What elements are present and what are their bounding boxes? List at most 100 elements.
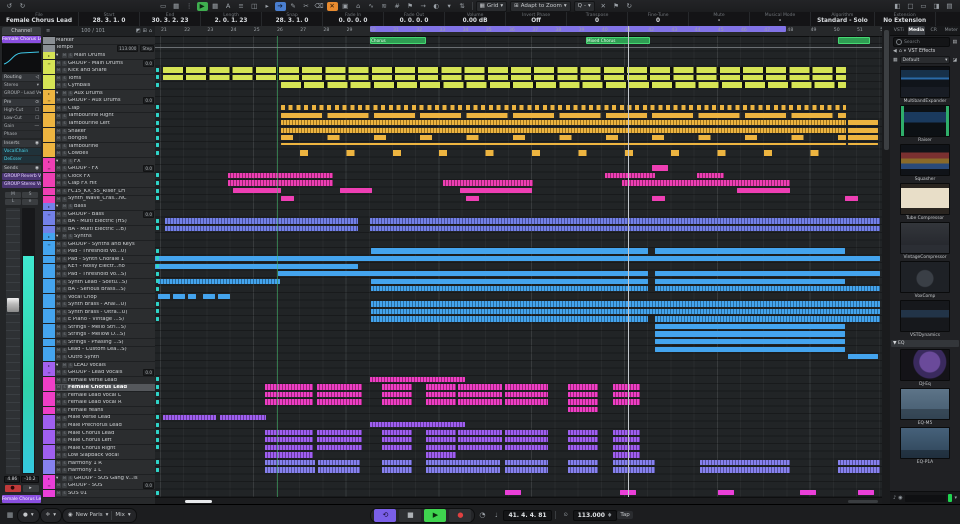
solo-button[interactable]: S [62, 446, 67, 451]
solo-button[interactable]: S [22, 192, 38, 198]
audio-event[interactable] [848, 354, 878, 359]
tool-icon[interactable]: ✂ [301, 2, 312, 11]
mute-button[interactable]: M [56, 98, 61, 103]
record-button[interactable]: ● [449, 509, 471, 522]
solo-button[interactable]: S [62, 408, 67, 413]
audio-event[interactable] [370, 422, 465, 427]
phase-button[interactable]: Phase [2, 131, 41, 138]
rack-tab-cr[interactable]: CR [925, 26, 943, 35]
audio-event[interactable] [700, 467, 790, 472]
tool-icon[interactable]: ▦ [210, 2, 221, 11]
audio-event[interactable] [458, 437, 502, 442]
mute-button[interactable]: M [56, 287, 61, 292]
mute-button[interactable]: M [56, 355, 61, 360]
tool-icon[interactable]: ⚑ [405, 2, 416, 11]
plugin-item[interactable]: VoxComp [900, 261, 950, 299]
solo-button[interactable]: S [62, 287, 67, 292]
audio-event[interactable] [426, 467, 500, 472]
quantize-dropdown[interactable]: Q-▾ [574, 1, 595, 12]
solo-button[interactable]: S [62, 265, 67, 270]
audio-event[interactable] [265, 460, 315, 465]
solo-button[interactable]: S [62, 393, 67, 398]
audio-event[interactable] [163, 67, 846, 72]
audio-event[interactable] [317, 437, 362, 442]
audio-event[interactable] [426, 392, 456, 397]
solo-button[interactable]: S [62, 431, 67, 436]
list-view-icon[interactable]: ▤ [952, 40, 957, 45]
audio-event[interactable] [613, 430, 640, 435]
audio-event[interactable] [382, 430, 412, 435]
monitor-button[interactable]: ▸ [23, 485, 39, 492]
plugin-thumbnail[interactable] [900, 183, 950, 215]
plugin-thumbnail[interactable] [900, 388, 950, 420]
audio-event[interactable] [613, 445, 640, 450]
audio-event[interactable] [613, 392, 640, 397]
tool-icon[interactable]: ∿ [366, 2, 377, 11]
input-routing-select[interactable]: Stereo▾ [2, 82, 41, 89]
audio-event[interactable] [443, 180, 533, 185]
info-field[interactable]: Snap28. 3. 1. 0 [262, 12, 323, 26]
audio-event[interactable] [426, 452, 456, 457]
low-cut-row[interactable]: Low-Cut☐ [2, 115, 41, 122]
audio-event[interactable] [281, 82, 846, 87]
solo-button[interactable]: S [62, 317, 67, 322]
plugin-item[interactable]: EQ-P1A [900, 427, 950, 465]
workspace-grid-icon[interactable]: ▦ [4, 509, 16, 521]
audio-event[interactable] [655, 316, 880, 321]
audio-event[interactable] [613, 460, 655, 465]
mute-button[interactable]: M [56, 76, 61, 81]
mute-button[interactable]: M [56, 400, 61, 405]
info-field[interactable]: Fade In0. 0. 0. 0 [323, 12, 384, 26]
audio-event[interactable] [382, 384, 412, 389]
mute-button[interactable]: M [62, 204, 67, 209]
audio-event[interactable] [505, 460, 548, 465]
audio-event[interactable] [568, 467, 598, 472]
audio-event[interactable] [655, 286, 880, 291]
info-field[interactable]: ExtensionNo Extension [875, 12, 936, 26]
tempo-mode[interactable]: Step [140, 45, 154, 52]
mute-button[interactable]: M [56, 393, 61, 398]
folder-open-icon[interactable]: ▾ [56, 476, 61, 481]
info-field[interactable]: Fine-Tune0 [628, 12, 689, 26]
mute-button[interactable]: M [56, 136, 61, 141]
audio-event[interactable] [848, 135, 878, 140]
event-lanes[interactable]: ChorusMixed Chorus [155, 36, 882, 497]
audio-event[interactable] [281, 143, 846, 146]
grid-dropdown[interactable]: ▦Grid▾ [476, 1, 508, 12]
audio-event[interactable] [655, 331, 845, 336]
audio-event[interactable] [317, 430, 362, 435]
audio-event[interactable] [426, 460, 500, 465]
horizontal-scrollbar[interactable] [155, 497, 882, 504]
audio-event[interactable] [188, 294, 196, 299]
cycle-button[interactable]: ⟲ [374, 509, 396, 522]
send-slot[interactable]: GROUP Reverb Vo.. [2, 173, 41, 180]
mute-button[interactable]: M [56, 106, 61, 111]
audio-event[interactable] [858, 490, 874, 495]
tool-icon[interactable]: ⌂ [353, 2, 364, 11]
insert-slot[interactable]: VocalChain [2, 148, 41, 155]
solo-button[interactable]: S [62, 400, 67, 405]
plugin-item[interactable]: VSTDynamics [900, 300, 950, 338]
audio-event[interactable] [265, 384, 313, 389]
mute-button[interactable]: M [56, 438, 61, 443]
audio-event[interactable] [317, 399, 362, 404]
plugin-thumbnail[interactable] [900, 349, 950, 381]
horizontal-zoom-slider[interactable] [848, 500, 878, 503]
tempo-display[interactable]: 113.000 ♦ [573, 510, 618, 521]
audio-event[interactable] [173, 294, 185, 299]
filter-icon[interactable]: ▦ [893, 58, 898, 63]
solo-button[interactable]: S [62, 144, 67, 149]
plugin-item[interactable]: DJ-Eq [900, 349, 950, 387]
group-level-value[interactable]: 0.0 [143, 60, 154, 67]
audio-event[interactable] [613, 399, 640, 404]
solo-button[interactable]: S [62, 249, 67, 254]
plugin-thumbnail[interactable] [900, 300, 950, 332]
audio-event[interactable] [163, 75, 846, 80]
plugin-item[interactable]: EQ-M5 [900, 388, 950, 426]
tool-icon[interactable]: ▦ [171, 2, 182, 11]
tool-icon[interactable]: ▸ [262, 2, 273, 11]
audio-event[interactable] [568, 384, 598, 389]
tool-icon[interactable]: ≡ [236, 2, 247, 11]
solo-button[interactable]: S [62, 166, 67, 171]
mute-button[interactable]: M [56, 212, 61, 217]
